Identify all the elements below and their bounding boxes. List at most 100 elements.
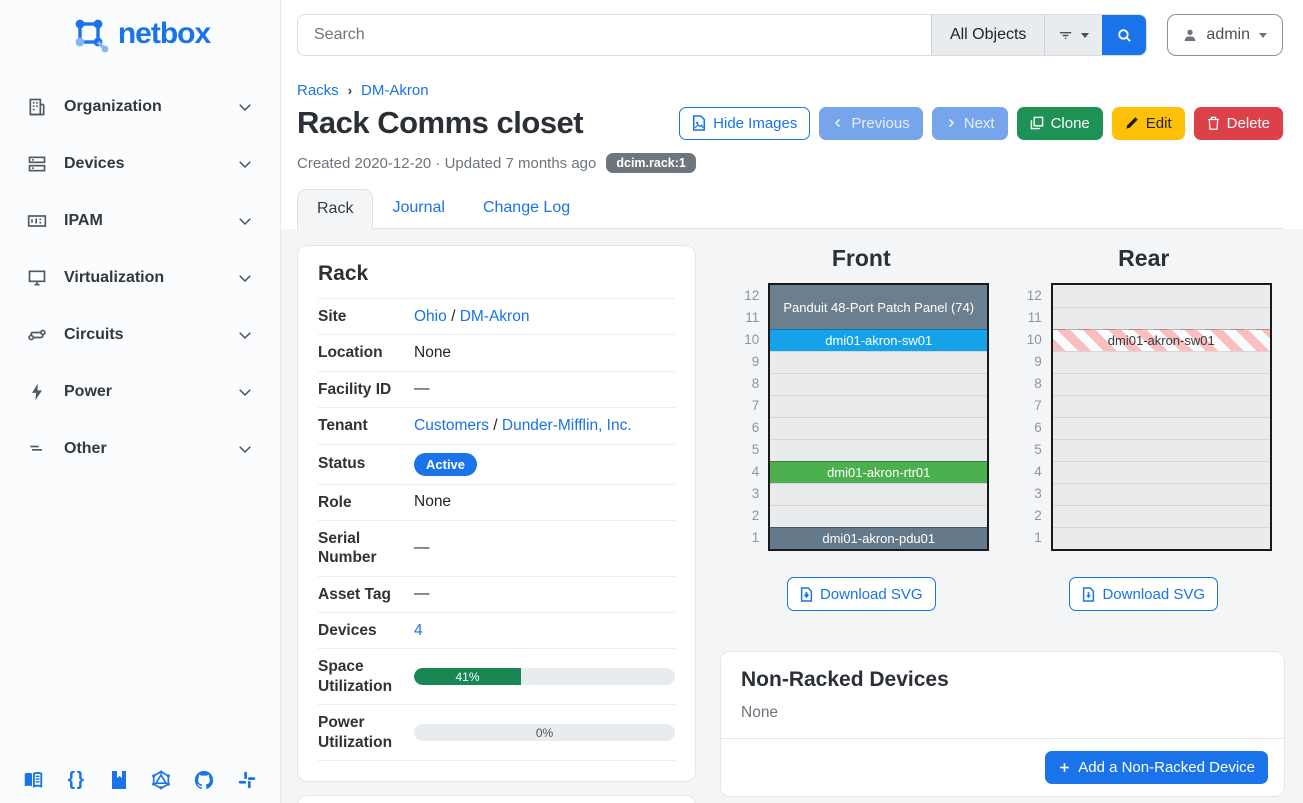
sidebar-item-virtualization[interactable]: Virtualization (0, 257, 280, 299)
sidebar-item-organization[interactable]: Organization (0, 86, 280, 128)
sidebar-item-power[interactable]: Power (0, 371, 280, 413)
rack-device[interactable]: dmi01-akron-sw01 (1053, 329, 1270, 351)
rack-details-column: Rack Site Ohio / DM-Akron Location (297, 245, 696, 803)
sidebar-item-label: Other (64, 440, 236, 458)
api-docs-book-icon[interactable] (108, 769, 130, 791)
object-type-select[interactable]: All Objects (931, 15, 1044, 55)
rack-empty-slot[interactable] (1053, 307, 1270, 329)
devices-count-link[interactable]: 4 (414, 622, 423, 639)
user-name: admin (1206, 26, 1250, 44)
front-elevation: Front 121110987654321 Panduit 48-Port Pa… (720, 245, 1003, 611)
chevron-down-icon (236, 212, 254, 230)
rack-empty-slot[interactable] (1053, 439, 1270, 461)
tab-change-log[interactable]: Change Log (464, 189, 589, 228)
graphql-icon[interactable] (150, 769, 172, 791)
unit-label: 3 (1016, 483, 1042, 505)
rack-empty-slot[interactable] (770, 373, 987, 395)
rack-device[interactable]: dmi01-akron-sw01 (770, 329, 987, 351)
facility-id-value: — (412, 371, 675, 407)
object-type-label: All Objects (950, 26, 1026, 44)
rack-empty-slot[interactable] (770, 483, 987, 505)
search-filter-button[interactable] (1044, 15, 1102, 55)
unit-label: 7 (1016, 395, 1042, 417)
unit-label: 7 (733, 395, 759, 417)
site-link[interactable]: DM-Akron (460, 308, 530, 325)
tab-rack[interactable]: Rack (297, 189, 373, 229)
rack-empty-slot[interactable] (770, 505, 987, 527)
sidebar-item-devices[interactable]: Devices (0, 143, 280, 185)
rack-empty-slot[interactable] (1053, 285, 1270, 307)
sidebar-item-circuits[interactable]: Circuits (0, 314, 280, 356)
previous-button[interactable]: Previous (819, 107, 922, 140)
table-row-serial-number: Serial Number — (318, 520, 675, 576)
role-value: None (412, 484, 675, 520)
docs-book-icon[interactable] (22, 769, 44, 791)
tenant-link[interactable]: Dunder-Mifflin, Inc. (502, 417, 632, 434)
rack-empty-slot[interactable] (1053, 395, 1270, 417)
rack-empty-slot[interactable] (1053, 351, 1270, 373)
search-submit-button[interactable] (1102, 15, 1146, 55)
rack-empty-slot[interactable] (770, 395, 987, 417)
table-row-facility-id: Facility ID — (318, 371, 675, 407)
filter-lines-icon (1057, 27, 1074, 44)
chevron-down-icon (236, 440, 254, 458)
clone-button[interactable]: Clone (1017, 107, 1103, 140)
rack-empty-slot[interactable] (1053, 483, 1270, 505)
rack-grid: dmi01-akron-sw01 (1051, 283, 1272, 551)
rack-grid: Panduit 48-Port Patch Panel (74)dmi01-ak… (768, 283, 989, 551)
netbox-logo-icon (70, 14, 110, 54)
download-svg-front-button[interactable]: Download SVG (787, 577, 936, 611)
tenant-group-link[interactable]: Customers (414, 417, 489, 434)
next-button[interactable]: Next (932, 107, 1008, 140)
breadcrumb-link-racks[interactable]: Racks (297, 82, 339, 99)
rear-elevation-title: Rear (1118, 245, 1169, 272)
unit-label: 1 (1016, 527, 1042, 549)
netbox-logo[interactable]: netbox (0, 0, 280, 64)
rack-empty-slot[interactable] (770, 351, 987, 373)
rack-panel-title: Rack (318, 262, 675, 286)
sidebar-item-label: Circuits (64, 326, 236, 344)
rack-panel: Rack Site Ohio / DM-Akron Location (297, 245, 696, 782)
rack-empty-slot[interactable] (1053, 461, 1270, 483)
search-input[interactable] (298, 15, 931, 55)
rack-device[interactable]: dmi01-akron-rtr01 (770, 461, 987, 483)
add-non-racked-device-button[interactable]: Add a Non-Racked Device (1045, 751, 1268, 784)
server-stack-icon (27, 154, 47, 174)
rack-empty-slot[interactable] (1053, 373, 1270, 395)
breadcrumb: Racks › DM-Akron (297, 82, 1283, 99)
rack-device[interactable]: Panduit 48-Port Patch Panel (74) (770, 285, 987, 329)
unit-label: 11 (733, 307, 759, 329)
rack-empty-slot[interactable] (1053, 527, 1270, 549)
unit-label: 9 (1016, 351, 1042, 373)
slack-icon[interactable] (236, 769, 258, 791)
delete-button[interactable]: Delete (1194, 107, 1283, 140)
rack-empty-slot[interactable] (770, 417, 987, 439)
rack-device[interactable]: dmi01-akron-pdu01 (770, 527, 987, 549)
unit-label: 9 (733, 351, 759, 373)
sidebar-item-other[interactable]: Other (0, 428, 280, 470)
hide-images-button[interactable]: Hide Images (679, 107, 810, 140)
breadcrumb-link-site[interactable]: DM-Akron (361, 82, 429, 99)
tab-journal[interactable]: Journal (373, 189, 463, 228)
site-group-link[interactable]: Ohio (414, 308, 447, 325)
power-utilization-label: 0% (414, 724, 675, 741)
unit-label: 4 (1016, 461, 1042, 483)
unit-label: 2 (1016, 505, 1042, 527)
rack-empty-slot[interactable] (770, 439, 987, 461)
sidebar-item-ipam[interactable]: IPAM (0, 200, 280, 242)
caret-down-icon (1080, 30, 1090, 40)
unit-label: 2 (733, 505, 759, 527)
edit-button[interactable]: Edit (1112, 107, 1185, 140)
unit-label: 12 (1016, 285, 1042, 307)
table-row-site: Site Ohio / DM-Akron (318, 299, 675, 335)
monitor-icon (27, 268, 47, 288)
rack-empty-slot[interactable] (1053, 505, 1270, 527)
value-separator: / (493, 417, 497, 434)
github-icon[interactable] (193, 769, 215, 791)
space-utilization-bar: 41% (414, 668, 675, 685)
rest-api-braces-icon[interactable]: { } (65, 769, 87, 791)
download-svg-rear-button[interactable]: Download SVG (1069, 577, 1218, 611)
rack-empty-slot[interactable] (1053, 417, 1270, 439)
user-menu-button[interactable]: admin (1167, 14, 1283, 56)
front-elevation-title: Front (832, 245, 891, 272)
